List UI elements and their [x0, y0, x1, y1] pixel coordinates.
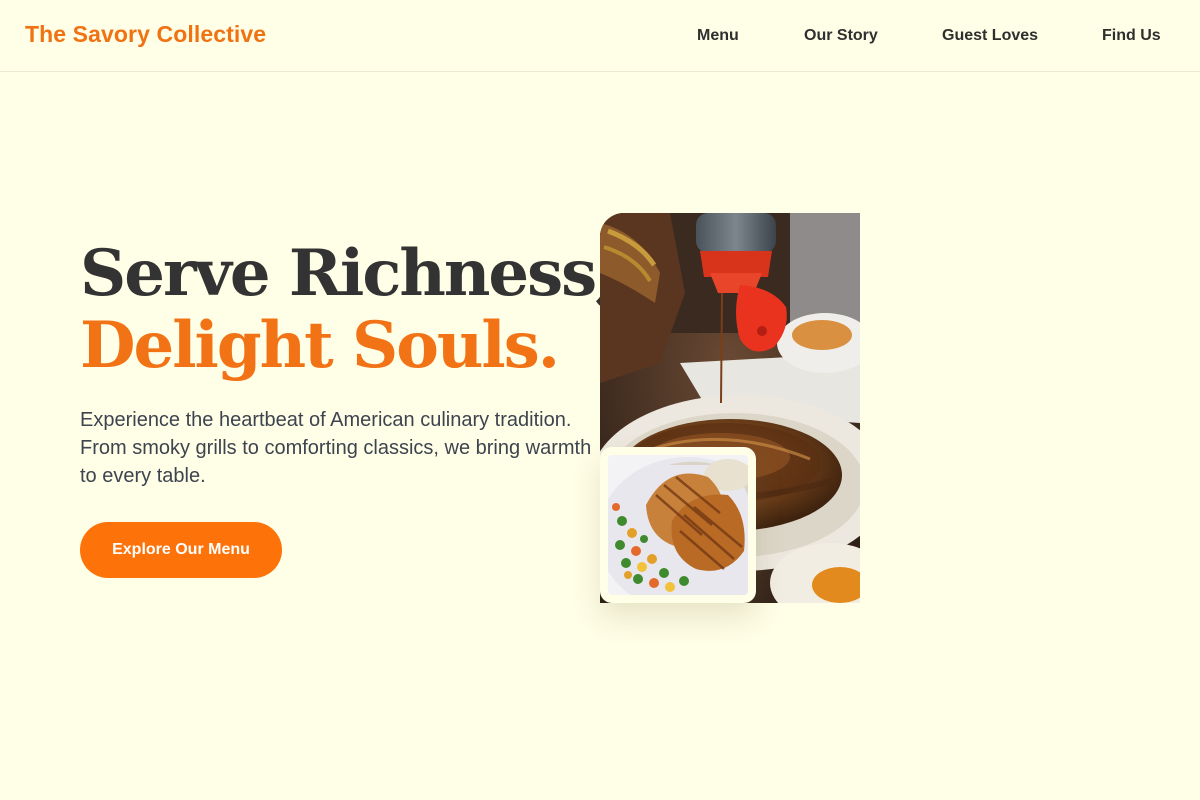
nav-item-menu[interactable]: Menu — [697, 27, 739, 45]
grilled-chicken-illustration — [608, 455, 748, 595]
brand-logo[interactable]: The Savory Collective — [25, 21, 266, 48]
hero-title-line2: Delight Souls. — [80, 308, 560, 383]
hero-title: Serve Richness, Delight Souls. — [80, 236, 617, 383]
hero-description: Experience the heartbeat of American cul… — [80, 409, 592, 487]
nav-item-find-us[interactable]: Find Us — [1102, 27, 1161, 45]
chicken-photo-card — [600, 447, 756, 603]
explore-menu-button[interactable]: Explore Our Menu — [80, 522, 282, 578]
hero-title-line1: Serve Richness, — [80, 236, 617, 311]
nav-item-guest-loves[interactable]: Guest Loves — [942, 27, 1038, 45]
site-header: The Savory Collective Menu Our Story Gue… — [0, 0, 1200, 72]
nav-item-our-story[interactable]: Our Story — [804, 27, 878, 45]
